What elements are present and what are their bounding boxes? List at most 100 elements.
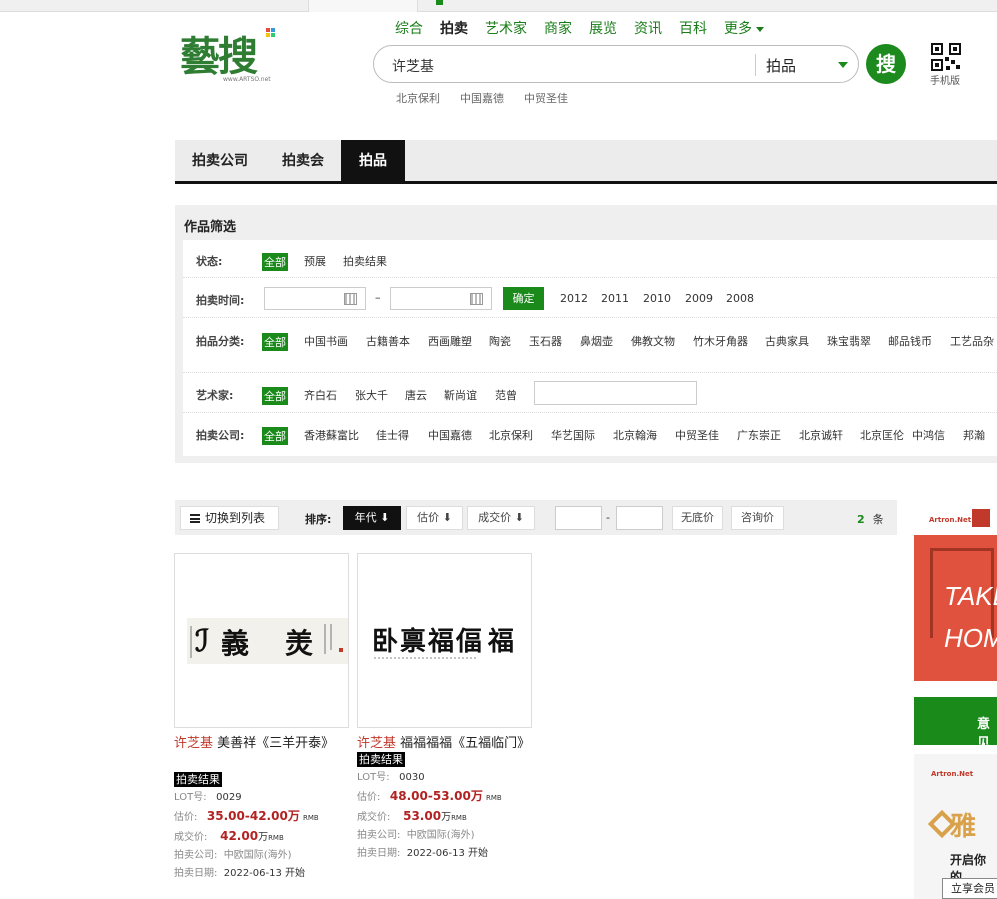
site-logo[interactable]: 藝搜 www.ARTSO.net bbox=[180, 20, 280, 86]
company-option[interactable]: 华艺国际 bbox=[551, 427, 595, 443]
browser-tab-strip bbox=[0, 0, 997, 12]
company-option[interactable]: 全部 bbox=[262, 427, 288, 445]
lot-card[interactable]: 卧 禀 福 偪 福 许芝基 福福福福《五福临门》 拍卖结果 LOT号: 0030… bbox=[357, 553, 532, 863]
estimate-label: 估价: bbox=[174, 812, 198, 823]
price-range-dash: - bbox=[606, 511, 610, 524]
company-option[interactable]: 邦瀚 bbox=[963, 427, 985, 443]
category-option[interactable]: 中国书画 bbox=[304, 333, 348, 349]
company-option[interactable]: 佳士得 bbox=[376, 427, 409, 443]
ad-banner-membership[interactable]: Artron.Net 雅 开启你的 立享会员 bbox=[914, 754, 997, 899]
filter-label: 拍卖时间: bbox=[196, 294, 245, 307]
category-option[interactable]: 全部 bbox=[262, 333, 288, 351]
category-option[interactable]: 玉石器 bbox=[529, 333, 562, 349]
nav-item-auction[interactable]: 拍卖 bbox=[440, 20, 468, 40]
category-option[interactable]: 佛教文物 bbox=[631, 333, 675, 349]
dropdown-arrow-icon[interactable] bbox=[838, 62, 848, 68]
price-min-input[interactable] bbox=[555, 506, 602, 530]
nav-item-exhibition[interactable]: 展览 bbox=[589, 20, 617, 40]
lot-title[interactable]: 许芝基 美善祥《三羊开泰》 bbox=[174, 734, 349, 754]
search-category-select[interactable]: 拍品 bbox=[766, 55, 796, 76]
calendar-icon[interactable] bbox=[470, 293, 483, 305]
company-option[interactable]: 香港蘇富比 bbox=[304, 427, 359, 443]
auction-date-row: 拍卖日期: 2022-06-13 开始 bbox=[357, 845, 532, 863]
filter-row-time: 拍卖时间: – 确定 2012 2011 2010 2009 2008 bbox=[183, 278, 997, 318]
lot-image[interactable]: ℐ 義 羙 bbox=[174, 553, 349, 728]
status-option[interactable]: 全部 bbox=[262, 253, 288, 271]
category-option[interactable]: 邮品钱币 bbox=[888, 333, 932, 349]
sort-by-estimate-button[interactable]: 估价 ⬇ bbox=[406, 506, 463, 530]
lot-image[interactable]: 卧 禀 福 偪 福 bbox=[357, 553, 532, 728]
inquiry-price-button[interactable]: 咨询价 bbox=[731, 506, 784, 530]
company-option[interactable]: 北京翰海 bbox=[613, 427, 657, 443]
artist-option[interactable]: 靳尚谊 bbox=[444, 387, 477, 403]
company-option[interactable]: 北京诚轩 bbox=[799, 427, 843, 443]
mobile-version-label[interactable]: 手机版 bbox=[930, 72, 960, 87]
lot-name[interactable]: 福福福福《五福临门》 bbox=[400, 736, 530, 751]
ad-banner-top[interactable]: Artron.Net TAKE HOM bbox=[914, 503, 997, 681]
lot-artist[interactable]: 许芝基 bbox=[174, 736, 213, 751]
year-option[interactable]: 2011 bbox=[601, 292, 629, 305]
filter-rows: 状态: 全部 预展 拍卖结果 拍卖时间: – 确定 2012 2011 2010… bbox=[183, 240, 997, 456]
year-option[interactable]: 2012 bbox=[560, 292, 588, 305]
category-option[interactable]: 工艺品杂 bbox=[950, 333, 994, 349]
lot-name[interactable]: 美善祥《三羊开泰》 bbox=[217, 736, 334, 751]
calendar-icon[interactable] bbox=[344, 293, 357, 305]
year-option[interactable]: 2010 bbox=[643, 292, 671, 305]
category-option[interactable]: 古典家具 bbox=[765, 333, 809, 349]
search-button[interactable]: 搜 bbox=[866, 44, 906, 84]
nav-item-news[interactable]: 资讯 bbox=[634, 20, 662, 40]
company-option[interactable]: 中鸿信 bbox=[912, 427, 945, 443]
sort-by-price-button[interactable]: 成交价 ⬇ bbox=[467, 506, 535, 530]
hot-word[interactable]: 中国嘉德 bbox=[460, 90, 504, 106]
category-option[interactable]: 古籍善本 bbox=[366, 333, 410, 349]
status-option[interactable]: 拍卖结果 bbox=[343, 253, 387, 269]
qr-code-icon[interactable] bbox=[931, 43, 961, 71]
end-date-input[interactable] bbox=[390, 287, 492, 310]
start-date-input[interactable] bbox=[264, 287, 366, 310]
company-option[interactable]: 中贸圣佳 bbox=[675, 427, 719, 443]
auction-company[interactable]: 中欧国际(海外) bbox=[407, 830, 475, 841]
artist-option[interactable]: 齐白石 bbox=[304, 387, 337, 403]
currency-label: RMB bbox=[303, 814, 319, 822]
nav-item-comprehensive[interactable]: 综合 bbox=[395, 20, 423, 40]
tab-auction-companies[interactable]: 拍卖公司 bbox=[175, 140, 265, 184]
tab-lots[interactable]: 拍品 bbox=[341, 140, 405, 184]
ad-text-home: HOM bbox=[944, 623, 997, 653]
artist-option[interactable]: 范曾 bbox=[495, 387, 517, 403]
membership-button[interactable]: 立享会员 bbox=[942, 878, 997, 899]
nav-item-merchant[interactable]: 商家 bbox=[544, 20, 572, 40]
sort-by-year-button[interactable]: 年代 ⬇ bbox=[343, 506, 401, 530]
nav-item-artist[interactable]: 艺术家 bbox=[485, 20, 527, 40]
no-reserve-button[interactable]: 无底价 bbox=[672, 506, 723, 530]
nav-item-more[interactable]: 更多 bbox=[724, 20, 764, 40]
logo-text: 藝搜 bbox=[180, 33, 258, 80]
company-option[interactable]: 北京保利 bbox=[489, 427, 533, 443]
hot-word[interactable]: 北京保利 bbox=[396, 90, 440, 106]
feedback-banner[interactable]: 意见 bbox=[914, 697, 997, 751]
category-option[interactable]: 鼻烟壶 bbox=[580, 333, 613, 349]
artist-search-input[interactable] bbox=[534, 381, 697, 405]
auction-company[interactable]: 中欧国际(海外) bbox=[224, 850, 292, 861]
company-option[interactable]: 北京匡伦 bbox=[860, 427, 904, 443]
tab-auctions[interactable]: 拍卖会 bbox=[265, 140, 341, 184]
year-option[interactable]: 2009 bbox=[685, 292, 713, 305]
category-option[interactable]: 西画雕塑 bbox=[428, 333, 472, 349]
artist-option[interactable]: 唐云 bbox=[405, 387, 427, 403]
year-option[interactable]: 2008 bbox=[726, 292, 754, 305]
category-option[interactable]: 珠宝翡翠 bbox=[827, 333, 871, 349]
search-input[interactable]: 许芝基 bbox=[392, 56, 434, 76]
artist-option[interactable]: 张大千 bbox=[355, 387, 388, 403]
price-max-input[interactable] bbox=[616, 506, 663, 530]
nav-item-encyclopedia[interactable]: 百科 bbox=[679, 20, 707, 40]
category-option[interactable]: 竹木牙角器 bbox=[693, 333, 748, 349]
artist-option[interactable]: 全部 bbox=[262, 387, 288, 405]
lot-card[interactable]: ℐ 義 羙 许芝基 美善祥《三羊开泰》 拍卖结果 LOT号: 0029 估价: … bbox=[174, 553, 349, 883]
category-option[interactable]: 陶瓷 bbox=[489, 333, 511, 349]
switch-to-list-button[interactable]: 切换到列表 bbox=[180, 506, 279, 530]
confirm-button[interactable]: 确定 bbox=[503, 287, 544, 310]
hot-word[interactable]: 中贸圣佳 bbox=[524, 90, 568, 106]
company-option[interactable]: 广东崇正 bbox=[737, 427, 781, 443]
company-option[interactable]: 中国嘉德 bbox=[428, 427, 472, 443]
status-option[interactable]: 预展 bbox=[304, 253, 326, 269]
browser-tab[interactable] bbox=[308, 0, 418, 12]
